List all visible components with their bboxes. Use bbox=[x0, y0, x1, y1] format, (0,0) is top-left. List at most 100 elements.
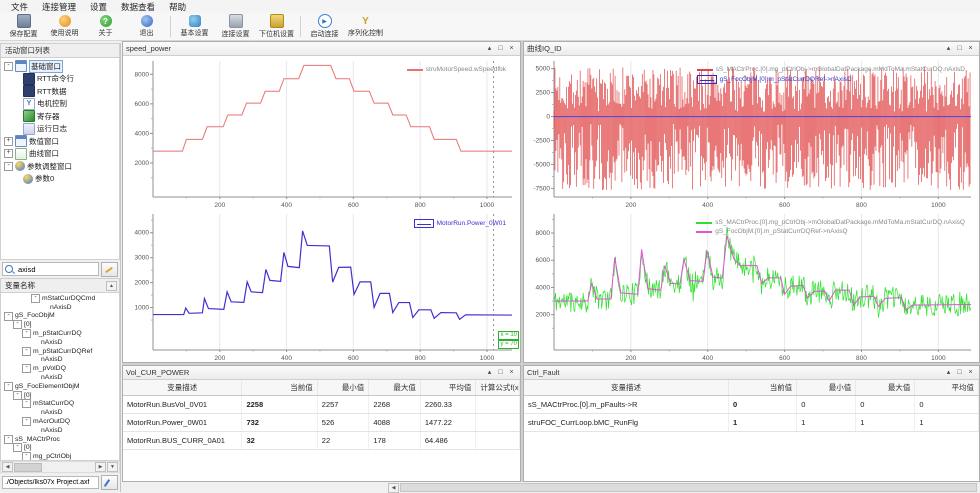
menu-item[interactable]: 数据查看 bbox=[114, 0, 162, 14]
tree-item[interactable]: -mStatCurrDQ bbox=[1, 400, 119, 409]
iq-q-chart[interactable]: 20004000600080002004006008001000sS_MACtr… bbox=[524, 209, 979, 362]
tree-item[interactable]: nAxisD bbox=[1, 373, 119, 382]
tree-item[interactable]: 电机控制 bbox=[1, 98, 119, 111]
tree-item[interactable]: -m_pStatCurrDQ bbox=[1, 329, 119, 338]
collapse-icon[interactable]: - bbox=[22, 329, 31, 338]
save-button[interactable]: 保存配置 bbox=[3, 14, 44, 39]
column-header[interactable]: 变量描述 bbox=[123, 380, 242, 396]
collapse-icon[interactable]: - bbox=[13, 320, 22, 329]
tree-item[interactable]: -m_pStatCurrDQRef bbox=[1, 347, 119, 356]
tree-item[interactable]: 参数0 bbox=[1, 173, 119, 186]
column-header[interactable]: 最小值 bbox=[317, 380, 369, 396]
window-titlebar[interactable]: 曲线IQ_ID bbox=[524, 42, 979, 56]
speed-chart[interactable]: 20004000600080002004006008001000struMoto… bbox=[123, 56, 520, 209]
tree-item[interactable]: -m_pVolDQ bbox=[1, 364, 119, 373]
collapse-icon[interactable]: - bbox=[22, 452, 31, 461]
tree-item[interactable]: -[0] bbox=[1, 320, 119, 329]
help-button[interactable]: 使用说明 bbox=[44, 14, 85, 39]
search-box[interactable] bbox=[2, 262, 99, 276]
close-icon[interactable] bbox=[506, 44, 517, 54]
expand-icon[interactable]: + bbox=[4, 149, 13, 158]
collapse-icon[interactable]: - bbox=[4, 382, 13, 391]
menu-item[interactable]: 帮助 bbox=[162, 0, 193, 14]
maximize-icon[interactable] bbox=[954, 368, 965, 378]
minimize-icon[interactable] bbox=[943, 44, 954, 54]
collapse-icon[interactable]: - bbox=[4, 435, 13, 444]
column-header[interactable]: 当前值 bbox=[242, 380, 317, 396]
table-row[interactable]: MotorRun.Power_0W0173252640881477.22 bbox=[123, 414, 520, 432]
power-chart[interactable]: 10002000300040002004006008001000MotorRun… bbox=[123, 209, 520, 362]
tree-item[interactable]: -sS_MACtrProc bbox=[1, 435, 119, 444]
lower-button[interactable]: 下位机设置 bbox=[256, 14, 297, 39]
tree-item[interactable]: nAxisD bbox=[1, 303, 119, 312]
column-header[interactable]: 最大值 bbox=[856, 380, 915, 396]
scroll-left-icon[interactable]: ◀ bbox=[388, 483, 399, 493]
collapse-icon[interactable]: - bbox=[31, 294, 40, 303]
collapse-icon[interactable]: - bbox=[22, 364, 31, 373]
maximize-icon[interactable] bbox=[954, 44, 965, 54]
load-project-button[interactable] bbox=[101, 475, 118, 490]
filter-button[interactable] bbox=[101, 262, 118, 277]
scroll-right-icon[interactable]: ▶ bbox=[95, 462, 106, 472]
collapse-icon[interactable]: - bbox=[22, 347, 31, 356]
menu-item[interactable]: 设置 bbox=[83, 0, 114, 14]
tree-item[interactable]: -基础窗口 bbox=[1, 60, 119, 73]
tree-item[interactable]: +数值窗口 bbox=[1, 135, 119, 148]
scroll-left-icon[interactable]: ◀ bbox=[2, 462, 13, 472]
collapse-icon[interactable]: - bbox=[22, 417, 31, 426]
menu-item[interactable]: 连接管理 bbox=[35, 0, 83, 14]
sidebar-horizontal-scrollbar[interactable]: ◀ ▶ ▼ bbox=[0, 461, 120, 473]
tree-item[interactable]: +曲线窗口 bbox=[1, 148, 119, 161]
tree-item[interactable]: -[0] bbox=[1, 391, 119, 400]
scrollbar-thumb[interactable] bbox=[14, 463, 42, 472]
column-header[interactable]: 最小值 bbox=[797, 380, 856, 396]
column-header[interactable]: 平均值 bbox=[915, 380, 979, 396]
tree-item[interactable]: nAxisD bbox=[1, 338, 119, 347]
table-row[interactable]: sS_MACtrProc.[0].m_pFaults->R0000 bbox=[524, 396, 979, 414]
maximize-icon[interactable] bbox=[495, 368, 506, 378]
tree-item[interactable]: RTT数据 bbox=[1, 85, 119, 98]
tree-item[interactable]: -mAcrOutDQ bbox=[1, 417, 119, 426]
search-input[interactable] bbox=[16, 264, 96, 275]
collapse-icon[interactable]: - bbox=[13, 391, 22, 400]
table-row[interactable]: MotorRun.BusVol_0V012258225722682260.33 bbox=[123, 396, 520, 414]
serial-button[interactable]: 序列化控制 bbox=[345, 14, 386, 39]
collapse-icon[interactable]: - bbox=[4, 162, 13, 171]
tree-item[interactable]: -mg_pCtrlObj bbox=[1, 452, 119, 461]
menu-item[interactable]: 文件 bbox=[4, 0, 35, 14]
basic-button[interactable]: 基本设置 bbox=[174, 14, 215, 39]
scrollbar-thumb[interactable] bbox=[400, 483, 977, 492]
column-header[interactable]: 计算公式f(x) bbox=[476, 380, 520, 396]
tree-item[interactable]: 运行日志 bbox=[1, 123, 119, 136]
window-titlebar[interactable]: Ctrl_Fault bbox=[524, 366, 979, 380]
close-icon[interactable] bbox=[965, 368, 976, 378]
tree-item[interactable]: 寄存器 bbox=[1, 110, 119, 123]
window-titlebar[interactable]: Vol_CUR_POWER bbox=[123, 366, 520, 380]
maximize-icon[interactable] bbox=[495, 44, 506, 54]
tree-item[interactable]: -gS_FocElementObjM bbox=[1, 382, 119, 391]
main-horizontal-scrollbar[interactable]: ◀ bbox=[388, 483, 979, 492]
conn-button[interactable]: 连接设置 bbox=[215, 14, 256, 39]
tree-item[interactable]: -参数调整窗口 bbox=[1, 160, 119, 173]
tree-item[interactable]: nAxisD bbox=[1, 426, 119, 435]
column-header[interactable]: 最大值 bbox=[369, 380, 421, 396]
collapse-icon[interactable]: - bbox=[4, 62, 13, 71]
column-header[interactable]: 平均值 bbox=[420, 380, 476, 396]
tree-item[interactable]: -[0] bbox=[1, 444, 119, 453]
minimize-icon[interactable] bbox=[943, 368, 954, 378]
table-row[interactable]: struFOC_CurrLoop.bMC_RunFlg1111 bbox=[524, 414, 979, 432]
table-row[interactable]: MotorRun.BUS_CURR_0A01322217864.486 bbox=[123, 432, 520, 450]
column-header[interactable]: 当前值 bbox=[729, 380, 797, 396]
start-button[interactable]: 启动连接 bbox=[304, 14, 345, 39]
tree-item[interactable]: nAxisD bbox=[1, 408, 119, 417]
minimize-icon[interactable] bbox=[484, 368, 495, 378]
close-icon[interactable] bbox=[965, 44, 976, 54]
iq-d-chart[interactable]: -7500-5000-25000250050002004006008001000… bbox=[524, 56, 979, 209]
collapse-icon[interactable]: - bbox=[22, 399, 31, 408]
tree-item[interactable]: nAxisD bbox=[1, 356, 119, 365]
tree-item[interactable]: RTT命令行 bbox=[1, 73, 119, 86]
scroll-up-icon[interactable]: ▲ bbox=[106, 281, 117, 291]
tree-item[interactable]: -gS_FocObjM bbox=[1, 312, 119, 321]
window-titlebar[interactable]: speed_power bbox=[123, 42, 520, 56]
collapse-icon[interactable]: - bbox=[4, 312, 13, 321]
